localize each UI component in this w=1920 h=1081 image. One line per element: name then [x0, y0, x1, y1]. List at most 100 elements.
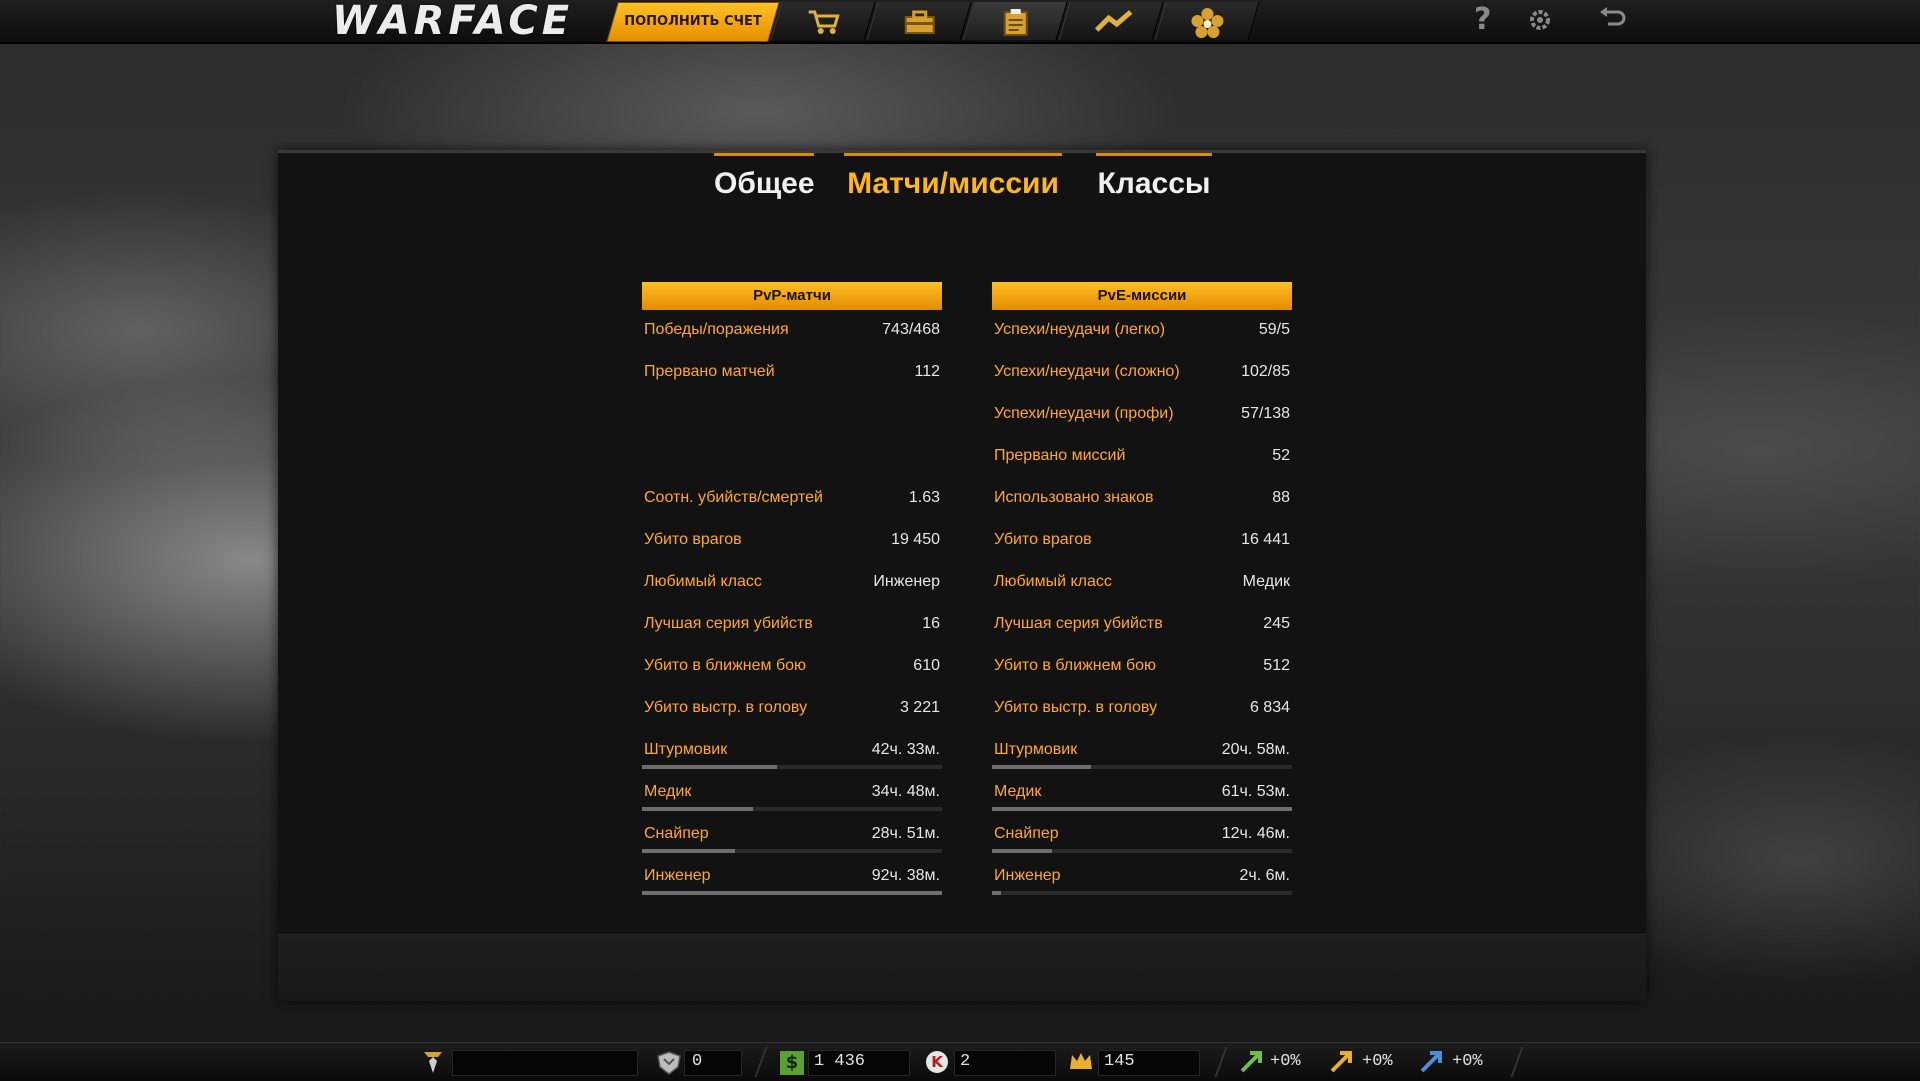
class-label: Снайпер [644, 825, 709, 842]
stat-label: Любимый класс [994, 573, 1112, 590]
stat-label: Убито выстр. в голову [644, 699, 808, 716]
shield-value: 0 [692, 1052, 703, 1071]
class-time: 28ч. 51м. [871, 825, 940, 842]
rank-chevron-icon [1094, 10, 1133, 32]
stat-value: 88 [1272, 489, 1290, 506]
crowns-value: 145 [1104, 1052, 1135, 1071]
class-time: 12ч. 46м. [1221, 825, 1290, 842]
rank-button[interactable] [1058, 2, 1164, 40]
achievements-button[interactable] [1154, 2, 1260, 40]
class-time-bar-fill [992, 849, 1052, 853]
class-time-bar [642, 849, 942, 853]
settings-gear-icon[interactable] [1526, 6, 1554, 34]
panel-footer [278, 934, 1646, 1001]
stat-row: Успехи/неудачи (профи) 57/138 [992, 401, 1292, 429]
stat-value: 19 450 [891, 531, 940, 548]
stat-label: Убито выстр. в голову [994, 699, 1158, 716]
money-icon[interactable]: $ [780, 1051, 804, 1075]
stat-value: Медик [1242, 573, 1290, 590]
kredits-value: 2 [960, 1052, 971, 1071]
class-time-bar [992, 807, 1292, 811]
class-time: 42ч. 33м. [871, 741, 940, 758]
stat-row: Убито в ближнем бою 512 [992, 653, 1292, 681]
shop-cart-icon [808, 10, 840, 34]
class-time-bar-fill [642, 891, 942, 895]
money-booster-icon[interactable] [1330, 1051, 1354, 1073]
vp-booster-icon[interactable] [1420, 1051, 1444, 1073]
crown-icon[interactable] [1068, 1051, 1094, 1073]
stat-value: 512 [1263, 657, 1290, 674]
stat-row: Любимый класс Медик [992, 569, 1292, 597]
class-label: Инженер [644, 867, 711, 884]
stat-label: Успехи/неудачи (сложно) [994, 363, 1180, 380]
class-time-row: Инженер 92ч. 38м. [642, 863, 942, 895]
class-time-row: Медик 61ч. 53м. [992, 779, 1292, 811]
stat-label: Использовано знаков [994, 489, 1154, 506]
stat-value: 743/468 [882, 321, 940, 338]
stat-label: Соотн. убийств/смертей [644, 489, 823, 506]
tab-matches-missions[interactable]: Матчи/миссии [844, 153, 1062, 206]
class-time-bar-fill [992, 891, 1001, 895]
crown-shield-icon[interactable] [656, 1051, 682, 1075]
class-time-bar-fill [642, 807, 753, 811]
stat-row: Убито врагов 16 441 [992, 527, 1292, 555]
bottom-separator [1214, 1047, 1228, 1077]
rank-badge-icon[interactable] [420, 1049, 446, 1075]
inventory-button[interactable] [866, 2, 972, 40]
stat-value: 16 [922, 615, 940, 632]
stat-label: Лучшая серия убийств [644, 615, 813, 632]
stats-button[interactable] [962, 2, 1068, 40]
stat-value: 245 [1263, 615, 1290, 632]
stat-label: Победы/поражения [644, 321, 789, 338]
stat-row: Лучшая серия убийств 16 [642, 611, 942, 639]
class-time-row: Снайпер 12ч. 46м. [992, 821, 1292, 853]
bottom-separator [754, 1047, 768, 1077]
stat-label: Убито в ближнем бою [644, 657, 807, 674]
class-time: 34ч. 48м. [871, 783, 940, 800]
kredits-icon[interactable]: K [926, 1051, 948, 1073]
exit-icon[interactable] [1598, 6, 1628, 34]
stat-value: 16 441 [1241, 531, 1290, 548]
money-booster-value: +0% [1362, 1052, 1393, 1071]
xp-booster-icon[interactable] [1240, 1051, 1264, 1073]
class-label: Инженер [994, 867, 1061, 884]
help-icon[interactable]: ? [1474, 2, 1491, 37]
class-time-bar [642, 765, 942, 769]
stat-row: Убито выстр. в голову 6 834 [992, 695, 1292, 723]
class-label: Штурмовик [644, 741, 728, 758]
stat-value: 57/138 [1241, 405, 1290, 422]
class-time-row: Штурмовик 42ч. 33м. [642, 737, 942, 769]
stat-label: Убито врагов [644, 531, 742, 548]
class-time-row: Инженер 2ч. 6м. [992, 863, 1292, 895]
stats-clipboard-icon [1003, 9, 1028, 36]
stat-row: Успехи/неудачи (легко) 59/5 [992, 317, 1292, 345]
shop-button[interactable] [770, 2, 876, 40]
pvp-stats-table: PvP-матчи Победы/поражения 743/468 Прерв… [642, 282, 942, 895]
stat-value: 1.63 [908, 489, 940, 506]
class-time-bar-fill [992, 765, 1091, 769]
tab-general[interactable]: Общее [714, 153, 815, 206]
warface-logo[interactable]: WARFACE [332, 0, 573, 42]
stat-row: Убито врагов 19 450 [642, 527, 942, 555]
top-up-account-button[interactable]: ПОПОЛНИТЬ СЧЕТ [606, 2, 780, 42]
class-time: 61ч. 53м. [1221, 783, 1290, 800]
class-time-bar [992, 765, 1292, 769]
tab-classes[interactable]: Классы [1096, 153, 1212, 206]
bottom-separator [1510, 1047, 1524, 1077]
stat-row: Любимый класс Инженер [642, 569, 942, 597]
stat-value: 3 221 [899, 699, 940, 716]
xp-booster-value: +0% [1270, 1052, 1301, 1071]
class-time-bar [992, 849, 1292, 853]
stat-value: 52 [1272, 447, 1290, 464]
top-up-label: ПОПОЛНИТЬ СЧЕТ [624, 14, 762, 29]
stat-row: Лучшая серия убийств 245 [992, 611, 1292, 639]
stat-row: Использовано знаков 88 [992, 485, 1292, 513]
stat-value: 112 [914, 363, 940, 380]
class-label: Снайпер [994, 825, 1059, 842]
vp-booster-value: +0% [1452, 1052, 1483, 1071]
stat-label: Прервано матчей [644, 363, 775, 380]
stat-value: 102/85 [1241, 363, 1290, 380]
stat-value: 6 834 [1249, 699, 1290, 716]
class-time-bar-fill [992, 807, 1292, 811]
achievements-flower-icon [1191, 8, 1224, 38]
